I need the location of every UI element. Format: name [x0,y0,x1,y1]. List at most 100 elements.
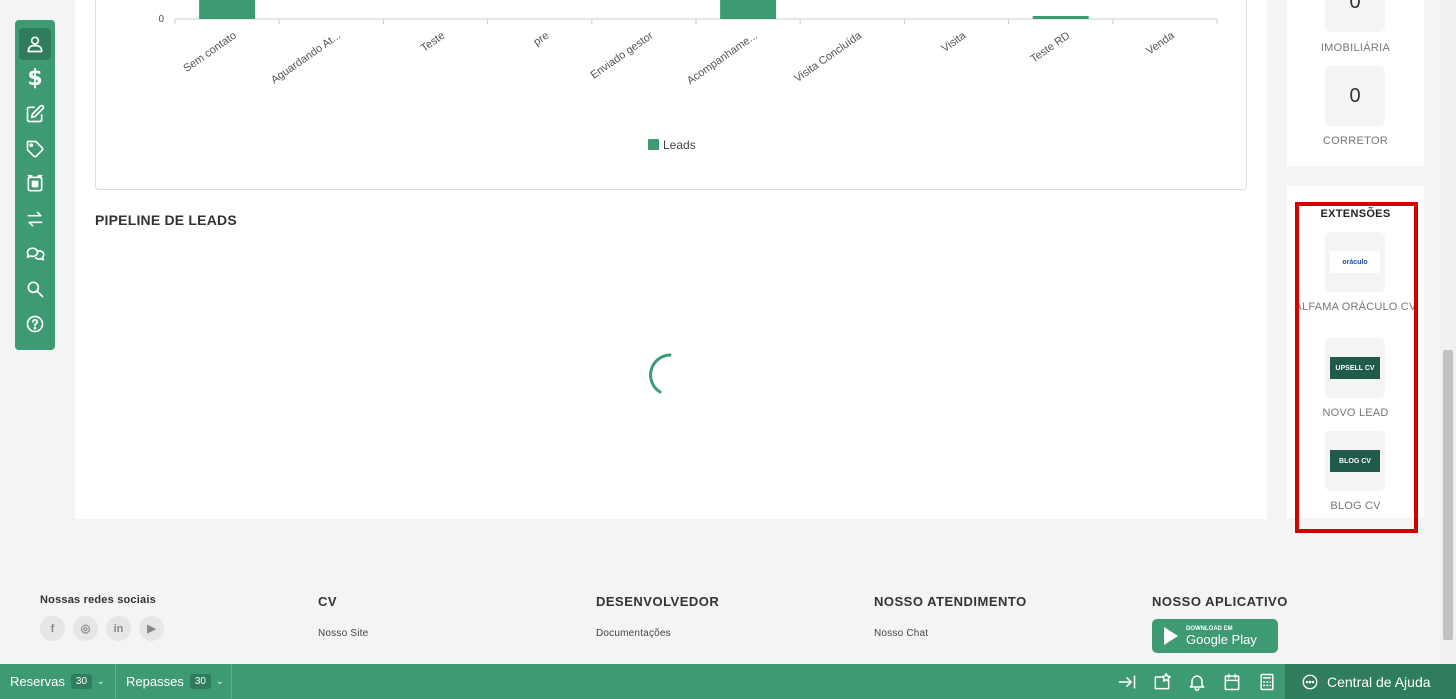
nav-transfer-button[interactable] [19,203,51,235]
footer-support-title: NOSSO ATENDIMENTO [874,594,1027,609]
instagram-icon[interactable]: ◎ [73,616,98,641]
edit-icon [26,104,45,123]
loading-spinner-icon [649,353,672,394]
footer-support: NOSSO ATENDIMENTO Nosso Chat [874,594,1027,639]
bar [511,18,568,19]
facebook-icon[interactable]: f [40,616,65,641]
x-tick-label: Teste RD [1028,30,1072,66]
x-tick-label: pre [532,30,552,49]
linkedin-icon[interactable]: in [106,616,131,641]
chevron-down-icon: ⌄ [215,676,224,686]
collapse-panel-button[interactable] [1117,672,1137,692]
footer-dev: DESENVOLVEDOR Documentações [596,594,719,639]
calculator-button[interactable] [1257,672,1277,692]
x-tick-label: Visita [939,29,968,55]
page-scrollbar[interactable] [1440,0,1456,664]
social-row: f ◎ in ▶ [40,616,164,641]
bar [928,18,985,19]
repasses-count: 30 [189,674,211,689]
repasses-label: Repasses [126,674,184,689]
chat-icon [26,247,45,261]
bar [615,18,672,19]
help-center-label: Central de Ajuda [1327,673,1431,690]
bar [407,18,464,19]
footer-cv-title: CV [318,594,338,609]
x-tick-label: Visita Concluída [792,29,865,85]
google-play-big-text: Google Play [1186,631,1257,647]
arrow-to-right-icon [1118,675,1136,689]
x-tick-label: Teste [419,30,447,55]
scroll-thumb[interactable] [1443,350,1453,640]
bar [303,18,360,19]
google-play-text: DOWNLOAD EM Google Play [1186,626,1257,647]
corretor-label: CORRETOR [1322,135,1389,147]
x-tick-label: Acompanhame... [685,30,760,88]
leads-chart-card: 0 Sem contato Aguardando At... Teste pre Envi… [95,0,1247,190]
nav-chat-button[interactable] [19,238,51,270]
user-icon [27,36,43,53]
bar [720,0,777,19]
bar [1032,16,1089,19]
bell-icon [1189,675,1205,692]
imobiliaria-label: IMOBILIÁRIA [1320,42,1391,54]
extensions-highlight-box [1295,202,1418,533]
main-panel: 0 Sem contato Aguardando At... Teste pre Envi… [75,0,1267,519]
leads-bar-chart: 0 Sem contato Aguardando At... Teste pre Envi… [158,0,1218,152]
calendar-button[interactable] [1222,672,1242,692]
nav-search-button[interactable] [19,273,51,305]
bar [1136,18,1193,19]
bottom-bar: Reservas 30 ⌄ Repasses 30 ⌄ Central de A… [0,664,1456,699]
notifications-button[interactable] [1187,672,1207,692]
reservas-count: 30 [70,674,93,689]
play-store-icon [1164,627,1178,645]
favorites-button[interactable] [1152,672,1172,692]
nav-help-button[interactable] [19,308,51,340]
footer-app: NOSSO APLICATIVO DOWNLOAD EM Google Play [1152,594,1288,653]
x-tick-label: Venda [1144,29,1177,57]
help-circle-icon [26,315,44,333]
y-tick-label: 0 [158,14,164,25]
nav-tags-button[interactable] [19,133,51,165]
corretor-count: 0 [1325,66,1385,126]
x-tick-label: Sem contato [181,30,238,75]
dollar-icon: $ [27,66,43,91]
search-icon [27,281,44,298]
transfer-icon [27,211,43,227]
nav-finance-button[interactable]: $ [19,63,51,95]
youtube-icon[interactable]: ▶ [139,616,164,641]
footer-social: Nossas redes sociais f ◎ in ▶ [40,594,164,641]
bar [199,0,256,19]
help-center-button[interactable]: Central de Ajuda [1285,664,1456,699]
bar [824,18,881,19]
reservas-dropdown[interactable]: Reservas 30 ⌄ [10,664,105,699]
footer-app-title: NOSSO APLICATIVO [1152,594,1288,609]
legend-swatch [648,139,659,150]
x-tick-label: Enviado gestor [589,29,656,81]
calculator-icon [1260,673,1274,691]
footer-cv-link[interactable]: Nosso Site [318,628,368,639]
nav-edit-button[interactable] [19,98,51,130]
google-play-button[interactable]: DOWNLOAD EM Google Play [1152,619,1278,653]
tag-icon [26,140,44,158]
nav-profile-button[interactable] [19,28,51,60]
social-title: Nossas redes sociais [40,594,156,606]
nav-register-button[interactable] [19,168,51,200]
chat-bubble-icon [1302,674,1318,689]
reservas-label: Reservas [10,674,65,689]
imobiliaria-count: 0 [1325,0,1385,32]
legend-label: Leads [663,138,696,152]
stats-card: 0 IMOBILIÁRIA 0 CORRETOR [1287,0,1424,166]
footer-cv: CV Nosso Site [318,594,368,639]
x-tick-label: Aguardando At... [269,30,343,87]
id-card-icon [27,174,43,192]
chevron-down-icon: ⌄ [97,676,105,686]
footer-dev-link[interactable]: Documentações [596,628,719,639]
bottom-divider [231,664,232,699]
pipeline-title: PIPELINE DE LEADS [95,212,237,228]
calendar-icon [1224,673,1240,691]
footer-support-link[interactable]: Nosso Chat [874,628,1027,639]
footer-dev-title: DESENVOLVEDOR [596,594,720,609]
side-nav: $ [15,20,55,350]
repasses-dropdown[interactable]: Repasses 30 ⌄ [126,664,223,699]
star-message-icon [1154,672,1171,690]
